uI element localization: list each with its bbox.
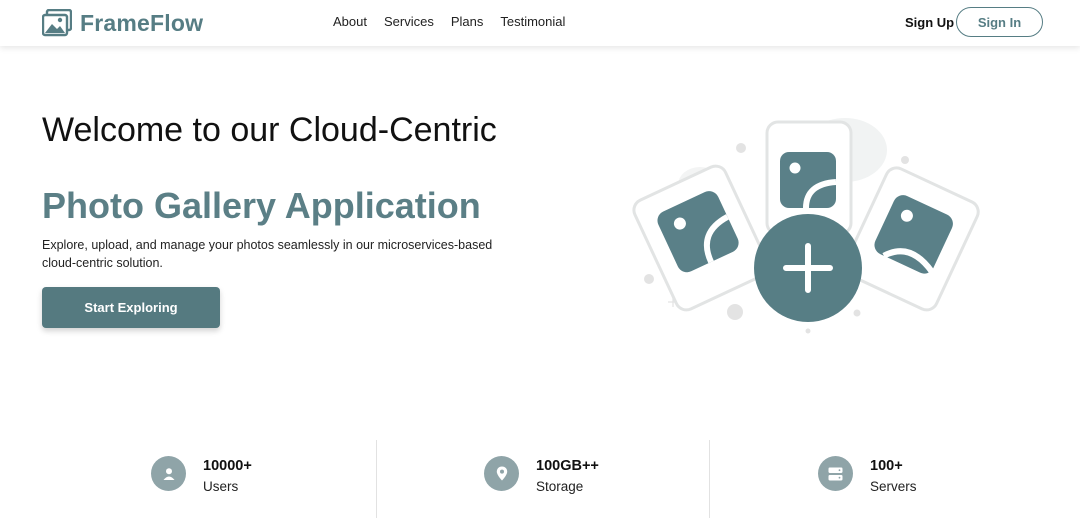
nav-link-about[interactable]: About: [333, 14, 367, 29]
start-exploring-button[interactable]: Start Exploring: [42, 287, 220, 328]
server-icon: [818, 456, 853, 491]
brand-name: FrameFlow: [80, 9, 204, 36]
stat-label: Storage: [536, 479, 584, 494]
stat-value: 100GB++: [536, 458, 599, 474]
photo-upload-illustration: [632, 118, 980, 334]
nav-link-services[interactable]: Services: [384, 14, 434, 29]
hero-description: Explore, upload, and manage your photos …: [42, 238, 493, 270]
nav-link-testimonial[interactable]: Testimonial: [500, 14, 565, 29]
stat-label: Servers: [870, 479, 917, 494]
brand[interactable]: FrameFlow: [42, 9, 203, 37]
stat-divider: [376, 440, 377, 518]
stat-value: 100+: [870, 458, 903, 474]
nav-links: About Services Plans Testimonial: [333, 14, 565, 29]
location-pin-icon: [484, 456, 519, 491]
hero-title: Welcome to our Cloud-Centric: [42, 111, 497, 149]
stat-divider: [709, 440, 710, 518]
gallery-logo-icon: [42, 9, 72, 37]
stat-servers: 100+ Servers: [0, 438, 917, 524]
sign-in-button[interactable]: Sign In: [956, 7, 1043, 37]
nav-link-plans[interactable]: Plans: [451, 14, 484, 29]
stats-section: 10000+ Users 100GB++ Storage 100+ Server…: [0, 438, 1080, 524]
navbar: FrameFlow About Services Plans Testimoni…: [0, 0, 1080, 46]
sign-up-link[interactable]: Sign Up: [905, 15, 954, 30]
hero-subtitle: Photo Gallery Application: [42, 185, 481, 226]
